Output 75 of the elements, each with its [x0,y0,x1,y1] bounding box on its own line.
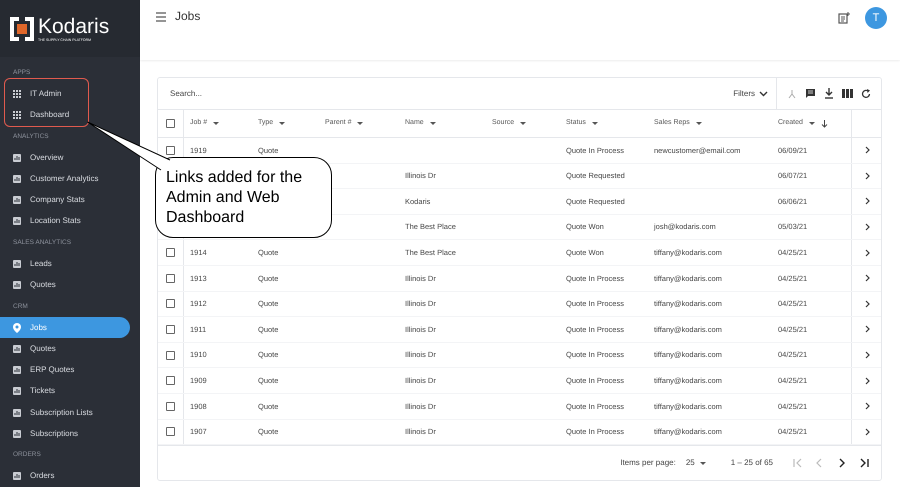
sidebar-item[interactable]: Quotes [0,274,140,296]
last-page-icon[interactable] [859,458,869,468]
chevron-right-icon[interactable] [864,197,870,206]
chevron-right-icon[interactable] [864,223,870,232]
logo-wordmark: Kodaris [38,16,110,38]
chevron-right-icon[interactable] [864,146,870,154]
comment-icon[interactable] [805,88,816,99]
sidebar-item[interactable]: Orders [0,466,140,487]
chevron-down-icon [759,90,768,97]
checkbox[interactable] [166,427,175,436]
columns-icon[interactable] [842,89,853,98]
grid-icon [13,111,21,120]
chart-icon [13,174,21,183]
checkbox[interactable] [166,324,175,334]
sort-caret-icon[interactable] [696,122,702,125]
checkbox[interactable] [166,299,175,308]
sort-caret-icon[interactable] [279,122,286,125]
checkbox[interactable] [166,350,175,360]
chart-icon [13,408,21,417]
checkbox[interactable] [166,146,175,155]
chart-icon [13,154,21,162]
checkbox[interactable] [166,402,175,411]
callout: Links added for the Admin and Web Dashboard [155,157,332,238]
checkbox[interactable] [166,274,175,283]
chevron-right-icon[interactable] [864,351,870,360]
sidebar-item[interactable]: Overview [0,147,140,168]
chevron-right-icon[interactable] [864,274,870,282]
chevron-right-icon[interactable] [864,428,870,436]
sidebar-item[interactable]: Subscriptions [0,423,140,444]
chart-icon [13,366,21,374]
sidebar-item[interactable]: IT Admin [0,83,140,104]
chart-icon [13,281,21,290]
next-page-icon[interactable] [837,458,847,468]
filters-button[interactable]: Filters [733,78,776,110]
chart-icon [13,260,21,268]
chevron-right-icon[interactable] [864,376,870,385]
chart-icon [13,196,21,204]
add-note-icon[interactable] [838,12,850,24]
sidebar-item[interactable]: Tickets [0,380,140,402]
chevron-right-icon[interactable] [864,402,870,410]
sidebar-item[interactable]: Location Stats [0,210,140,232]
pin-icon [13,322,21,333]
sidebar-item[interactable]: Company Stats [0,190,140,211]
chart-icon [13,430,21,438]
sort-caret-icon[interactable] [520,122,526,125]
chevron-right-icon[interactable] [864,172,870,180]
chart-icon [13,387,21,396]
caret-icon [700,462,706,465]
checkbox[interactable] [166,248,175,258]
items-per-page-label: Items per page: [620,457,676,470]
chevron-right-icon[interactable] [864,325,870,334]
sidebar-item[interactable]: ERP Quotes [0,360,140,381]
sidebar-item[interactable]: Subscription Lists [0,402,140,424]
page-title: Jobs [175,8,200,25]
sort-caret-icon[interactable] [808,122,815,125]
chart-icon [13,344,21,353]
grid-icon [13,90,21,98]
sort-caret-icon[interactable] [592,122,598,125]
chart-icon [13,217,21,226]
page-size-select[interactable]: 25 [686,457,706,470]
search-field[interactable]: Search... [158,78,734,110]
refresh-icon[interactable] [861,88,871,98]
chart-icon [13,472,21,480]
sort-caret-icon[interactable] [430,122,436,125]
logo-icon [10,16,34,40]
sidebar-item[interactable]: Leads [0,253,140,274]
chevron-right-icon[interactable] [864,248,870,257]
download-icon[interactable] [824,88,834,99]
sort-caret-icon[interactable] [357,122,364,125]
checkbox[interactable] [166,376,175,386]
sidebar-item[interactable]: Quotes [0,338,140,360]
page-range: 1 – 25 of 65 [730,457,773,470]
sort-caret-icon[interactable] [213,122,220,125]
chevron-right-icon[interactable] [864,300,870,308]
sidebar-item[interactable]: Customer Analytics [0,168,140,190]
